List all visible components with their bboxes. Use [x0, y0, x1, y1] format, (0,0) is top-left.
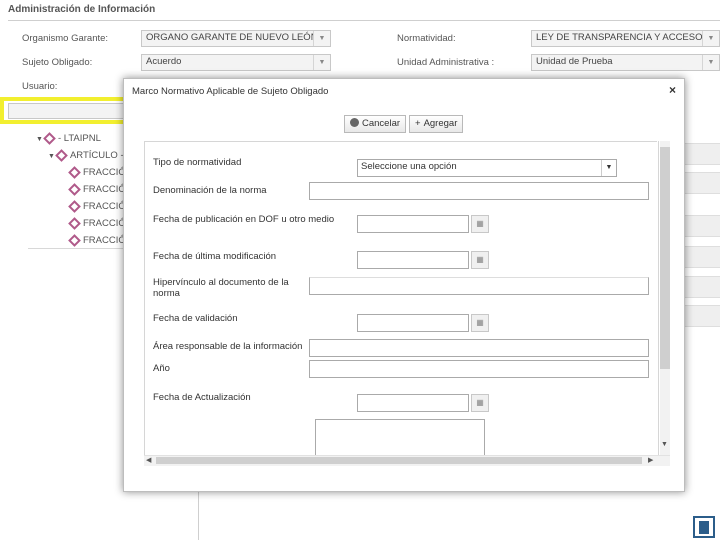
area-responsable-input[interactable]: [309, 339, 649, 357]
normatividad-select[interactable]: LEY DE TRANSPARENCIA Y ACCESO A LA I ▼: [531, 30, 720, 47]
denominacion-input[interactable]: [309, 182, 649, 200]
horizontal-scrollbar-thumb[interactable]: [156, 457, 642, 464]
fecha-modificacion-label: Fecha de última modificación: [153, 251, 277, 262]
nota-textarea[interactable]: [315, 419, 485, 459]
sujeto-label: Sujeto Obligado:: [22, 57, 93, 68]
scroll-right-arrow-icon[interactable]: ▶: [648, 456, 653, 464]
calendar-icon[interactable]: ▦: [471, 394, 489, 412]
tree-item-label: - LTAIPNL: [57, 133, 101, 144]
unidad-select-value: Unidad de Prueba: [536, 56, 613, 67]
background-row: [683, 246, 720, 268]
tree-item[interactable]: FRACCIÓN: [28, 181, 133, 198]
background-row: [683, 215, 720, 237]
anio-label: Año: [153, 363, 170, 374]
collapse-triangle-icon: ▼: [36, 136, 43, 143]
add-button-label: Agregar: [423, 118, 458, 129]
form-panel: Tipo de normatividad Seleccione una opci…: [144, 141, 659, 460]
node-icon: [68, 166, 81, 179]
dialog-title: Marco Normativo Aplicable de Sujeto Obli…: [132, 86, 329, 97]
marco-normativo-dialog: Marco Normativo Aplicable de Sujeto Obli…: [123, 78, 685, 492]
plus-icon: +: [415, 118, 421, 129]
unidad-label: Unidad Administrativa :: [397, 57, 495, 68]
calendar-icon[interactable]: ▦: [471, 215, 489, 233]
node-icon: [68, 217, 81, 230]
calendar-icon[interactable]: ▦: [471, 251, 489, 269]
node-icon: [43, 132, 56, 145]
tipo-normatividad-label: Tipo de normatividad: [153, 157, 242, 168]
chevron-down-icon: ▼: [601, 160, 616, 176]
cancel-button-label: Cancelar: [362, 118, 401, 129]
close-icon[interactable]: ×: [669, 83, 676, 97]
calendar-icon[interactable]: ▦: [471, 314, 489, 332]
tree-item[interactable]: ▼ ARTÍCULO - C: [28, 147, 133, 164]
tree-item[interactable]: FRACCIÓN: [28, 198, 133, 215]
fecha-actualizacion-label: Fecha de Actualización: [153, 392, 251, 403]
background-row: [683, 143, 720, 165]
add-button[interactable]: + Agregar: [409, 115, 464, 133]
sujeto-select[interactable]: Acuerdo ▼: [141, 54, 331, 71]
tree-item[interactable]: FRACCIÓN: [28, 232, 133, 249]
fecha-publicacion-label: Fecha de publicación en DOF u otro medio: [153, 214, 335, 225]
document-icon[interactable]: [693, 516, 715, 538]
hipervinculo-input[interactable]: [309, 277, 649, 295]
organismo-select[interactable]: ORGANO GARANTE DE NUEVO LEÓN ▼: [141, 30, 331, 47]
scroll-down-arrow-icon[interactable]: ▼: [661, 441, 668, 448]
fecha-publicacion-input[interactable]: [357, 215, 469, 233]
usuario-label: Usuario:: [22, 81, 58, 92]
usuario-highlight: [0, 97, 134, 124]
normatividad-select-value: LEY DE TRANSPARENCIA Y ACCESO A LA I: [536, 32, 720, 43]
tree-divider: [28, 248, 128, 249]
background-row: [683, 172, 720, 194]
tipo-normatividad-select[interactable]: Seleccione una opción ▼: [357, 159, 617, 177]
scroll-left-arrow-icon[interactable]: ◀: [146, 456, 151, 464]
area-responsable-label: Área responsable de la información: [153, 341, 303, 352]
cancel-circle-icon: [350, 118, 359, 127]
unidad-select[interactable]: Unidad de Prueba ▼: [531, 54, 720, 71]
hipervinculo-label: Hipervínculo al documento de la norma: [153, 277, 289, 299]
tipo-normatividad-value: Seleccione una opción: [361, 161, 457, 172]
section-title: Administración de Información: [8, 4, 156, 15]
tree-view: ▼ - LTAIPNL ▼ ARTÍCULO - C FRACCIÓN FRACCI…: [28, 130, 133, 249]
anio-input[interactable]: [309, 360, 649, 378]
chevron-down-icon: ▼: [702, 31, 719, 46]
node-icon: [68, 200, 81, 213]
normatividad-label: Normatividad:: [397, 33, 456, 44]
background-row: [683, 305, 720, 327]
vertical-scrollbar-thumb[interactable]: [660, 147, 670, 369]
tree-item[interactable]: FRACCIÓN: [28, 164, 133, 181]
chevron-down-icon: ▼: [313, 55, 330, 70]
sujeto-select-value: Acuerdo: [146, 56, 182, 67]
node-icon: [68, 183, 81, 196]
fecha-actualizacion-input[interactable]: [357, 394, 469, 412]
fecha-validacion-input[interactable]: [357, 314, 469, 332]
organismo-select-value: ORGANO GARANTE DE NUEVO LEÓN: [146, 32, 318, 43]
node-icon: [68, 234, 81, 247]
fecha-modificacion-input[interactable]: [357, 251, 469, 269]
chevron-down-icon: ▼: [702, 55, 719, 70]
chevron-down-icon: ▼: [313, 31, 330, 46]
collapse-triangle-icon: ▼: [48, 153, 55, 160]
organismo-label: Organismo Garante:: [22, 33, 109, 44]
section-divider: [8, 20, 720, 21]
fecha-validacion-label: Fecha de validación: [153, 313, 238, 324]
tree-item[interactable]: FRACCIÓN: [28, 215, 133, 232]
denominacion-label: Denominación de la norma: [153, 185, 267, 196]
tree-item[interactable]: ▼ - LTAIPNL: [28, 130, 124, 147]
pane-divider: [198, 490, 199, 540]
cancel-button[interactable]: Cancelar: [344, 115, 407, 133]
background-row: [683, 276, 720, 298]
node-icon: [55, 149, 68, 162]
